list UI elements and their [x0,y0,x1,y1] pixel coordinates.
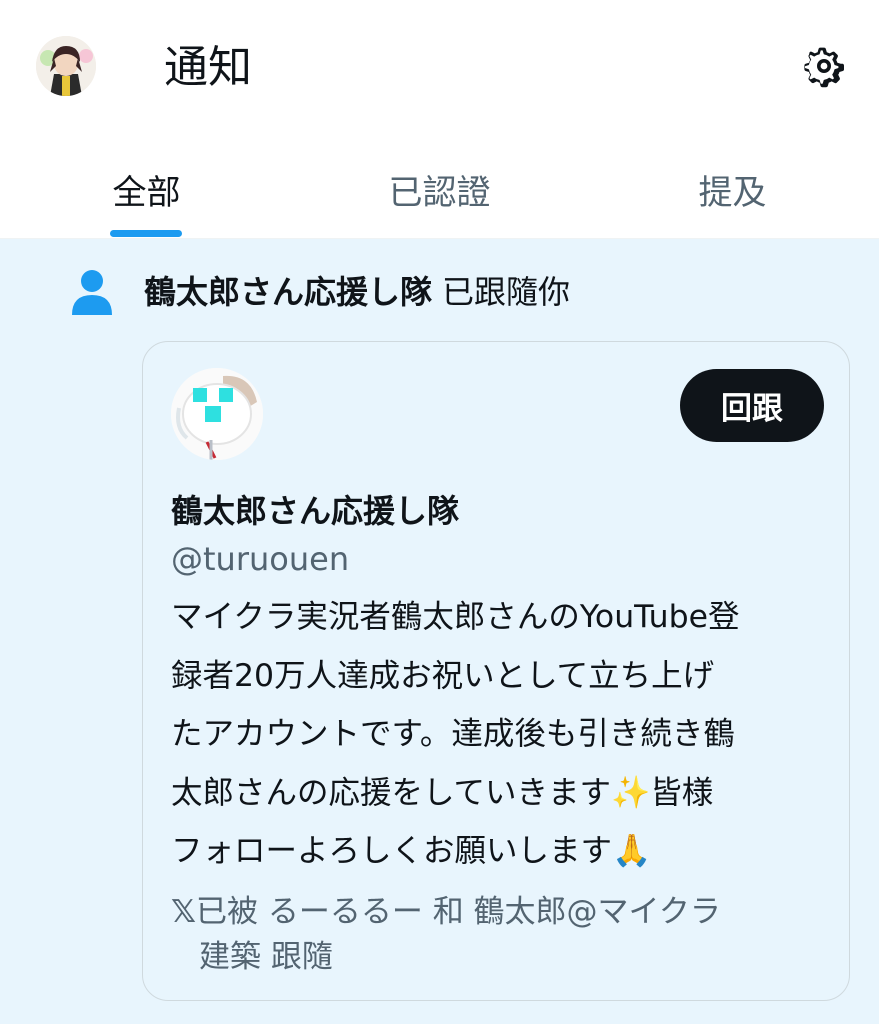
follow-notification[interactable]: 鶴太郎さん応援し隊 已跟隨你 回跟 鶴太郎さん応援し隊 @turuouen マイ… [0,239,879,1024]
follow-back-button[interactable]: 回跟 [680,369,824,442]
actor-name[interactable]: 鶴太郎さん応援し隊 [144,273,432,311]
card-handle[interactable]: @turuouen [171,538,349,580]
user-avatar[interactable] [36,36,96,96]
tab-mentions[interactable]: 提及 [586,140,879,238]
notification-tabs: 全部 已認證 提及 [0,140,879,239]
followed-by-line1: 已被 るーるるー 和 鶴太郎@マイクラ [195,894,721,930]
card-avatar[interactable] [171,368,263,460]
notification-text: 鶴太郎さん応援し隊 已跟隨你 [144,269,570,315]
followed-by-line2: 建築 跟隨 [199,939,333,975]
action-text: 已跟隨你 [442,273,571,311]
tab-all[interactable]: 全部 [0,140,293,238]
card-display-name[interactable]: 鶴太郎さん応援し隊 [171,490,459,532]
top-bar: 通知 [0,0,879,130]
bio-line: 録者20万人達成お祝いとして立ち上げ [171,657,715,694]
card-bio: マイクラ実況者鶴太郎さんのYouTube登 録者20万人達成お祝いとして立ち上げ… [171,588,831,881]
bio-line: たアカウントです。達成後も引き続き鶴 [171,716,735,752]
bio-line: マイクラ実況者鶴太郎さんのYouTube登 [171,599,740,635]
active-tab-indicator [110,230,182,237]
person-icon [70,269,114,315]
gear-icon[interactable] [796,38,852,94]
followed-by-text: 𝕏已被 るーるるー 和 鶴太郎@マイクラ 建築 跟隨 [171,890,821,980]
page-title: 通知 [164,42,252,93]
user-card[interactable]: 回跟 鶴太郎さん応援し隊 @turuouen マイクラ実況者鶴太郎さんのYouT… [142,341,850,1001]
notifications-screen: 通知 全部 已認證 提及 鶴太郎さん応援し隊 已跟隨你 回跟 鶴太郎さん応援し隊… [0,0,879,1024]
bio-line: フォローよろしくお願いします🙏 [171,833,652,869]
tab-verified[interactable]: 已認證 [293,140,586,238]
x-logo-icon: 𝕏 [171,894,196,930]
bio-line: 太郎さんの応援をしていきます✨皆様 [171,774,714,811]
